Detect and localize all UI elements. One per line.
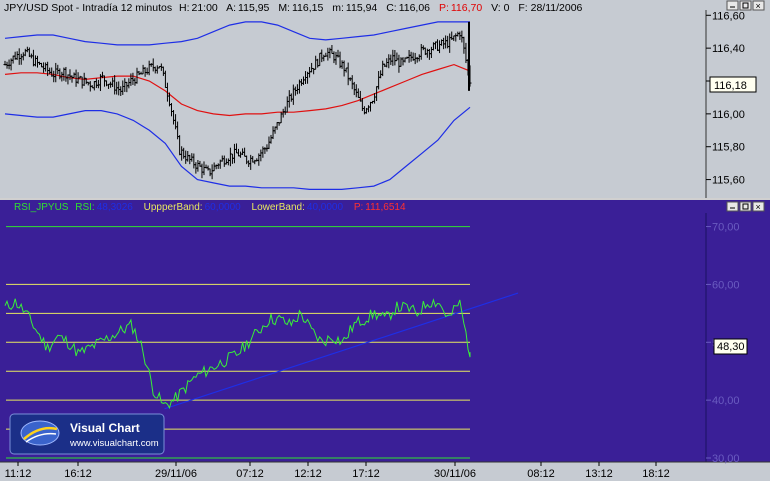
last-price-value: 116,18 [714,80,747,92]
price-tick-label: 115,80 [712,142,745,154]
time-tick-label: 30/11/06 [434,468,476,480]
chart-canvas: 116,60116,40116,20116,00115,80115,60 70,… [0,0,770,481]
time-tick-label: 29/11/06 [155,468,197,480]
price-tick-label: 115,60 [712,175,745,187]
maximize-button[interactable] [739,0,752,11]
rsi-tick-label: 40,00 [712,395,740,407]
rsi-close-icon: × [756,202,761,212]
last-rsi-value: 48,30 [717,341,745,353]
price-panel [0,0,770,198]
time-tick-label: 16:12 [64,468,92,480]
time-tick-label: 12:12 [294,468,322,480]
time-tick-label: 11:12 [5,468,32,480]
rsi-window-controls: × [726,201,765,212]
rsi-maximize-button[interactable] [739,201,752,212]
logo-url: www.visualchart.com [69,438,159,449]
price-tick-label: 116,00 [712,109,745,121]
logo-name: Visual Chart [70,421,140,435]
visualchart-logo: Visual Chart www.visualchart.com [9,413,165,455]
minimize-button[interactable] [726,0,739,11]
close-icon: × [756,1,761,11]
price-tick-label: 116,60 [712,10,745,22]
price-tick-label: 116,40 [712,43,745,55]
price-axis [706,0,770,198]
price-header: JPY/USD Spot - Intradía 12 minutos H: 21:… [4,2,583,14]
price-window-controls: × [726,0,765,11]
time-tick-label: 17:12 [352,468,380,480]
rsi-tick-label: 30,00 [712,453,740,465]
time-tick-label: 08:12 [527,468,555,480]
rsi-axis [706,200,770,462]
rsi-minimize-button[interactable] [726,201,739,212]
rsi-tick-label: 60,00 [712,279,740,291]
time-tick-label: 07:12 [236,468,264,480]
time-tick-label: 18:12 [642,468,670,480]
rsi-tick-label: 70,00 [712,222,740,234]
chart-window: 116,60116,40116,20116,00115,80115,60 70,… [0,0,770,481]
time-tick-label: 13:12 [585,468,613,480]
